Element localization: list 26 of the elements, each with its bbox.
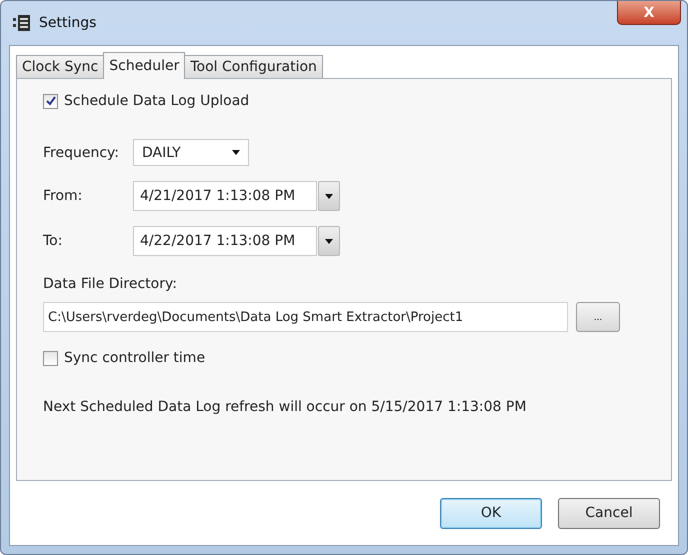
status-text: Next Scheduled Data Log refresh will occur on 5/15/2017 1:13:08 PM xyxy=(43,399,528,415)
browse-button[interactable]: ... xyxy=(576,302,620,332)
tab[interactable]: Scheduler xyxy=(103,52,186,79)
ok-button[interactable]: OK xyxy=(440,498,542,528)
checkbox[interactable] xyxy=(43,94,58,108)
directory-field[interactable]: C:\Users\rverdeg\Documents\Data Log Smart Extractor\Project1 xyxy=(43,302,568,332)
dropdown-button[interactable] xyxy=(318,181,340,211)
field-label: From: xyxy=(43,188,84,204)
cancel-button[interactable]: Cancel xyxy=(558,498,660,528)
tab[interactable]: Tool Configuration xyxy=(184,55,323,78)
caret-icon xyxy=(325,194,333,198)
checkbox-label: Sync controller time xyxy=(64,350,206,366)
frequency-dropdown[interactable]: DAILY xyxy=(133,139,249,166)
caret-icon xyxy=(232,150,240,155)
date-field[interactable]: 4/21/2017 1:13:08 PM xyxy=(133,181,317,211)
checkbox[interactable] xyxy=(43,350,58,366)
field-label: Frequency: xyxy=(43,144,120,160)
field-label: To: xyxy=(43,233,64,249)
list-icon xyxy=(13,14,31,32)
window-title: Settings xyxy=(39,15,96,31)
field-label: Data File Directory: xyxy=(43,276,178,292)
tab[interactable]: Clock Sync xyxy=(16,55,104,78)
dropdown-button[interactable] xyxy=(318,226,340,256)
caret-icon xyxy=(325,238,333,244)
date-field[interactable]: 4/22/2017 1:13:08 PM xyxy=(133,226,317,256)
checkbox-label: Schedule Data Log Upload xyxy=(64,93,250,109)
